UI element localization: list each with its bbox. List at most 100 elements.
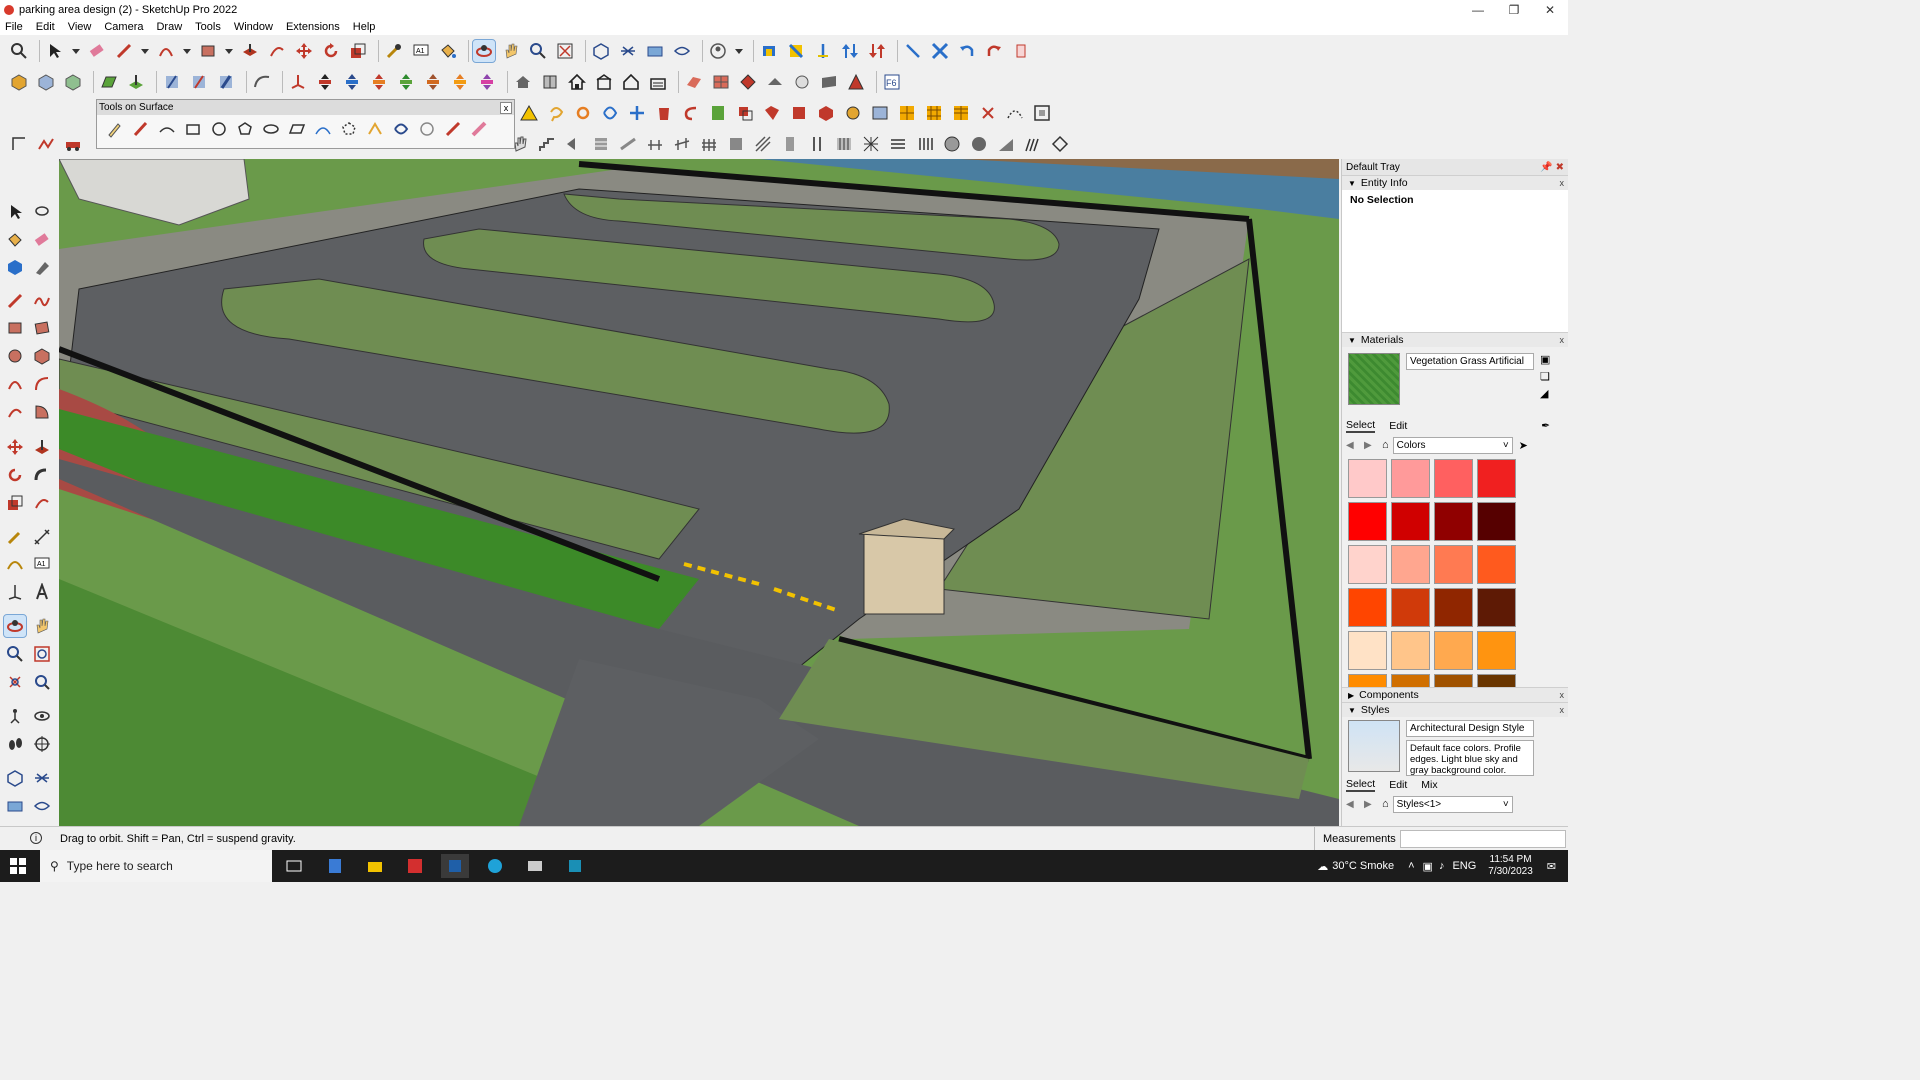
gear-tool-icon[interactable] (725, 133, 747, 155)
color-swatch[interactable] (1391, 588, 1430, 627)
line-tool-icon[interactable] (4, 290, 26, 312)
column-icon[interactable] (806, 133, 828, 155)
color-swatch[interactable] (1348, 631, 1387, 670)
close-icon[interactable]: x (1560, 178, 1565, 188)
materials-tab-select[interactable]: Select (1346, 419, 1376, 433)
texture-globe-icon[interactable] (791, 71, 813, 93)
zoom-tool-icon[interactable] (4, 643, 26, 665)
clock-date[interactable]: 7/30/2023 (1488, 866, 1533, 878)
dropdown-arrow-icon[interactable] (224, 40, 234, 62)
zoom-extents-tool-icon[interactable] (4, 671, 26, 693)
rail2-icon[interactable] (671, 133, 693, 155)
frame-icon[interactable] (1031, 102, 1053, 124)
surface-cut-icon[interactable] (441, 118, 465, 140)
sort-up-down-icon[interactable] (839, 40, 861, 62)
move-icon[interactable] (293, 40, 315, 62)
menu-draw[interactable]: Draw (156, 21, 182, 33)
wave-icon[interactable] (968, 133, 990, 155)
polygon-tool-icon[interactable] (31, 345, 53, 367)
texture-red-icon[interactable] (683, 71, 705, 93)
make-component-icon[interactable] (4, 256, 26, 278)
box-xray-icon[interactable] (35, 71, 57, 93)
paint-bucket-icon[interactable] (437, 40, 459, 62)
wall-grid-icon[interactable] (833, 133, 855, 155)
lasso-select-icon[interactable] (31, 201, 53, 223)
tape-measure-icon[interactable] (383, 40, 405, 62)
entity-info-header[interactable]: ▼ Entity Info x (1342, 175, 1568, 190)
line-blue2-icon[interactable] (215, 71, 237, 93)
home-icon[interactable]: ⌂ (1382, 439, 1389, 451)
eraser-icon[interactable] (86, 40, 108, 62)
paint-bucket-tool-icon[interactable] (4, 229, 26, 251)
fence-icon[interactable] (698, 133, 720, 155)
dropdown-arrow-icon[interactable] (71, 40, 81, 62)
forward-arrow-icon[interactable]: ▶ (1364, 799, 1376, 810)
color-swatch[interactable] (1434, 631, 1473, 670)
pie-tool-icon[interactable] (31, 401, 53, 423)
back-arrow-icon[interactable]: ◀ (1346, 799, 1358, 810)
two-point-arc-icon[interactable] (31, 373, 53, 395)
surface-arc-icon[interactable] (311, 118, 335, 140)
material-name-field[interactable]: Vegetation Grass Artificial (1406, 353, 1534, 370)
diamond-outline-icon[interactable] (1049, 133, 1071, 155)
texture-diamond-icon[interactable] (737, 71, 759, 93)
clock-time[interactable]: 11:54 PM (1490, 854, 1532, 866)
menu-file[interactable]: File (5, 21, 23, 33)
layout-app-icon[interactable] (561, 854, 589, 878)
books-icon[interactable] (590, 133, 612, 155)
arc-tool-icon[interactable] (4, 373, 26, 395)
zoom-extents-icon[interactable] (8, 40, 30, 62)
text-tool-icon[interactable]: A1 (31, 553, 53, 575)
color-swatch[interactable] (1391, 631, 1430, 670)
stripes-icon[interactable] (752, 133, 774, 155)
color-swatch[interactable] (1477, 459, 1516, 498)
color-swatch[interactable] (1391, 459, 1430, 498)
rectangle-icon[interactable] (197, 40, 219, 62)
walk-icon[interactable] (4, 733, 26, 755)
texture-flat-icon[interactable] (764, 71, 786, 93)
orbit-icon[interactable] (472, 38, 496, 63)
zoom-icon[interactable] (527, 40, 549, 62)
orbit-tool-icon[interactable] (3, 614, 27, 638)
zoom-window-icon[interactable] (31, 643, 53, 665)
menu-window[interactable]: Window (234, 21, 273, 33)
tree-green-icon[interactable] (707, 102, 729, 124)
roof-grid-icon[interactable] (1022, 133, 1044, 155)
color-swatch[interactable] (1477, 588, 1516, 627)
file-explorer-icon[interactable] (361, 854, 389, 878)
materials-header[interactable]: ▼ Materials x (1342, 332, 1568, 347)
house-icon[interactable] (566, 71, 588, 93)
color-swatch[interactable] (1391, 545, 1430, 584)
style-library-select[interactable]: Styles<1> ˅ (1392, 795, 1513, 813)
ruby-console-icon[interactable] (1010, 40, 1032, 62)
arrows-n-icon[interactable] (422, 71, 444, 93)
menu-tools[interactable]: Tools (195, 21, 221, 33)
surface-brush-icon[interactable] (129, 118, 153, 140)
redo-icon[interactable] (983, 40, 1005, 62)
texture-pyramid-icon[interactable] (845, 71, 867, 93)
bars-icon[interactable] (914, 133, 936, 155)
select-arrow-icon[interactable] (44, 40, 66, 62)
color-swatch[interactable] (1477, 674, 1516, 687)
view-top-icon[interactable] (617, 40, 639, 62)
sphere-grid-icon[interactable] (941, 133, 963, 155)
close-icon[interactable]: x (1560, 705, 1565, 715)
cube-red-icon[interactable] (815, 102, 837, 124)
view-front-tool-icon[interactable] (4, 795, 26, 817)
grid-orange2-icon[interactable] (923, 102, 945, 124)
push-pull-icon[interactable] (239, 40, 261, 62)
view-iso-tool-icon[interactable] (4, 767, 26, 789)
texture-box-icon[interactable] (818, 71, 840, 93)
text-icon[interactable]: A1 (410, 40, 432, 62)
close-icon[interactable]: ✖ (1556, 162, 1564, 173)
three-point-arc-icon[interactable] (4, 401, 26, 423)
menu-view[interactable]: View (68, 21, 92, 33)
color-swatch[interactable] (1391, 674, 1430, 687)
surface-offset-icon[interactable] (337, 118, 361, 140)
diagonal-tool-icon[interactable] (902, 40, 924, 62)
slope-icon[interactable] (617, 133, 639, 155)
weather-text[interactable]: 30°C Smoke (1332, 860, 1394, 872)
language-indicator[interactable]: ENG (1452, 860, 1476, 872)
surface-pencil-icon[interactable] (103, 118, 127, 140)
position-camera-icon[interactable] (4, 705, 26, 727)
